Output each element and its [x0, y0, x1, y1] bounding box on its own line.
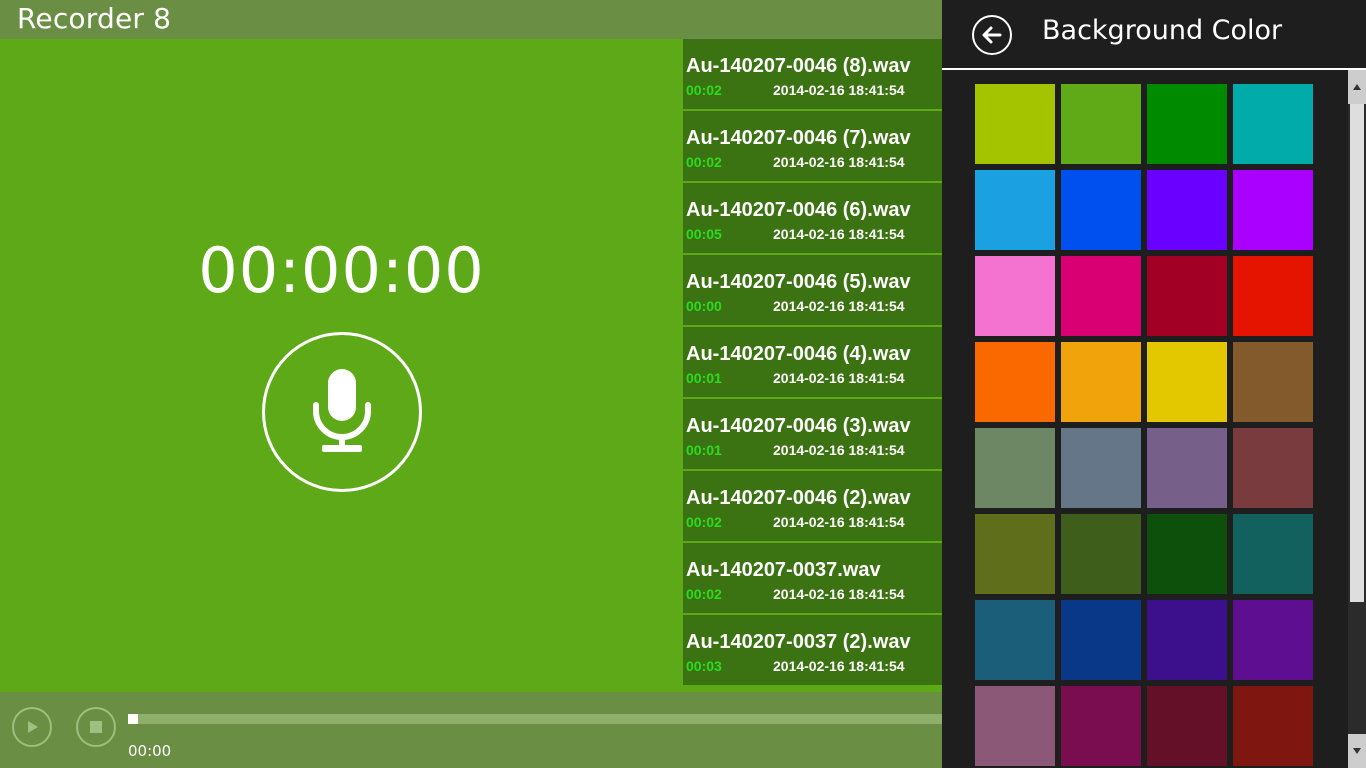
- color-swatch[interactable]: [1061, 84, 1141, 164]
- file-name: Au-140207-0046 (3).wav: [686, 415, 911, 437]
- color-swatch[interactable]: [1147, 428, 1227, 508]
- file-duration: 00:00: [686, 298, 722, 314]
- color-swatch[interactable]: [1147, 686, 1227, 766]
- color-swatch[interactable]: [1147, 84, 1227, 164]
- stop-icon: [90, 721, 102, 733]
- color-swatch[interactable]: [1061, 428, 1141, 508]
- list-item[interactable]: Au-140207-0046 (5).wav 00:00 2014-02-16 …: [683, 255, 942, 325]
- app-title: Recorder 8: [17, 2, 172, 35]
- flyout-header: Background Color: [942, 0, 1366, 68]
- file-duration: 00:02: [686, 82, 722, 98]
- scroll-up-button[interactable]: [1348, 70, 1366, 104]
- file-date: 2014-02-16 18:41:54: [773, 514, 905, 530]
- color-swatch-grid: [975, 84, 1315, 768]
- file-duration: 00:02: [686, 586, 722, 602]
- file-duration: 00:01: [686, 442, 722, 458]
- file-duration: 00:01: [686, 370, 722, 386]
- background-color-flyout: Background Color: [942, 0, 1366, 768]
- color-swatch[interactable]: [1061, 256, 1141, 336]
- playback-position: 00:00: [128, 742, 172, 760]
- play-button[interactable]: [12, 707, 52, 747]
- file-date: 2014-02-16 18:41:54: [773, 442, 905, 458]
- file-date: 2014-02-16 18:41:54: [773, 370, 905, 386]
- chevron-up-icon: [1353, 84, 1361, 90]
- file-name: Au-140207-0046 (6).wav: [686, 199, 911, 221]
- play-icon: [28, 721, 38, 733]
- list-item[interactable]: Au-140207-0037 (2).wav 00:03 2014-02-16 …: [683, 615, 942, 685]
- playback-progress-track[interactable]: [128, 714, 942, 724]
- color-swatch[interactable]: [1147, 170, 1227, 250]
- color-swatch[interactable]: [1061, 514, 1141, 594]
- file-date: 2014-02-16 18:41:54: [773, 586, 905, 602]
- recordings-list: Au-140207-0046 (8).wav 00:02 2014-02-16 …: [683, 39, 942, 692]
- list-item[interactable]: Au-140207-0046 (7).wav 00:02 2014-02-16 …: [683, 111, 942, 181]
- color-swatch[interactable]: [1233, 256, 1313, 336]
- color-swatch[interactable]: [1233, 600, 1313, 680]
- color-swatch[interactable]: [1233, 342, 1313, 422]
- color-swatch[interactable]: [975, 514, 1055, 594]
- color-swatch[interactable]: [1061, 600, 1141, 680]
- flyout-title: Background Color: [1042, 15, 1283, 46]
- file-date: 2014-02-16 18:41:54: [773, 298, 905, 314]
- scroll-thumb[interactable]: [1350, 104, 1364, 602]
- file-date: 2014-02-16 18:41:54: [773, 82, 905, 98]
- list-item[interactable]: Au-140207-0046 (8).wav 00:02 2014-02-16 …: [683, 39, 942, 109]
- color-swatch[interactable]: [975, 428, 1055, 508]
- playback-progress-thumb[interactable]: [128, 714, 138, 724]
- file-name: Au-140207-0046 (7).wav: [686, 127, 911, 149]
- color-swatch[interactable]: [975, 686, 1055, 766]
- color-swatch[interactable]: [1233, 686, 1313, 766]
- color-swatch[interactable]: [1061, 342, 1141, 422]
- file-duration: 00:05: [686, 226, 722, 242]
- color-swatch[interactable]: [1061, 170, 1141, 250]
- file-name: Au-140207-0037 (2).wav: [686, 631, 911, 653]
- list-item[interactable]: Au-140207-0046 (6).wav 00:05 2014-02-16 …: [683, 183, 942, 253]
- color-swatch[interactable]: [975, 84, 1055, 164]
- file-name: Au-140207-0046 (5).wav: [686, 271, 911, 293]
- record-button[interactable]: [262, 332, 422, 492]
- color-swatch[interactable]: [1147, 342, 1227, 422]
- flyout-scrollbar[interactable]: [1348, 70, 1366, 768]
- stop-button[interactable]: [76, 707, 116, 747]
- recording-timer: 00:00:00: [198, 234, 485, 307]
- list-item[interactable]: Au-140207-0046 (2).wav 00:02 2014-02-16 …: [683, 471, 942, 541]
- color-swatch[interactable]: [1061, 686, 1141, 766]
- color-swatch[interactable]: [975, 600, 1055, 680]
- color-swatch[interactable]: [1147, 600, 1227, 680]
- color-swatch[interactable]: [1233, 84, 1313, 164]
- app-window: Recorder 8 00:00:00 Au-140207-0046 (8).w…: [0, 0, 942, 768]
- list-item[interactable]: Au-140207-0046 (4).wav 00:01 2014-02-16 …: [683, 327, 942, 397]
- microphone-icon: [313, 369, 371, 452]
- chevron-down-icon: [1353, 748, 1361, 754]
- flyout-divider: [942, 68, 1366, 70]
- back-arrow-icon: [982, 26, 1002, 44]
- color-swatch[interactable]: [1147, 256, 1227, 336]
- list-item[interactable]: Au-140207-0046 (3).wav 00:01 2014-02-16 …: [683, 399, 942, 469]
- color-swatch[interactable]: [975, 170, 1055, 250]
- file-date: 2014-02-16 18:41:54: [773, 154, 905, 170]
- scroll-down-button[interactable]: [1348, 734, 1366, 768]
- back-button[interactable]: [972, 15, 1012, 55]
- playback-bar: 00:00: [0, 692, 942, 768]
- color-swatch[interactable]: [1233, 514, 1313, 594]
- file-duration: 00:03: [686, 658, 722, 674]
- list-item[interactable]: Au-140207-0037.wav 00:02 2014-02-16 18:4…: [683, 543, 942, 613]
- file-name: Au-140207-0046 (4).wav: [686, 343, 911, 365]
- color-swatch[interactable]: [975, 256, 1055, 336]
- file-date: 2014-02-16 18:41:54: [773, 658, 905, 674]
- color-swatch[interactable]: [1147, 514, 1227, 594]
- file-name: Au-140207-0046 (2).wav: [686, 487, 911, 509]
- recorder-panel: 00:00:00: [0, 39, 683, 692]
- file-name: Au-140207-0046 (8).wav: [686, 55, 911, 77]
- color-swatch[interactable]: [1233, 428, 1313, 508]
- file-duration: 00:02: [686, 154, 722, 170]
- file-date: 2014-02-16 18:41:54: [773, 226, 905, 242]
- color-swatch[interactable]: [975, 342, 1055, 422]
- color-swatch[interactable]: [1233, 170, 1313, 250]
- file-name: Au-140207-0037.wav: [686, 559, 881, 581]
- file-duration: 00:02: [686, 514, 722, 530]
